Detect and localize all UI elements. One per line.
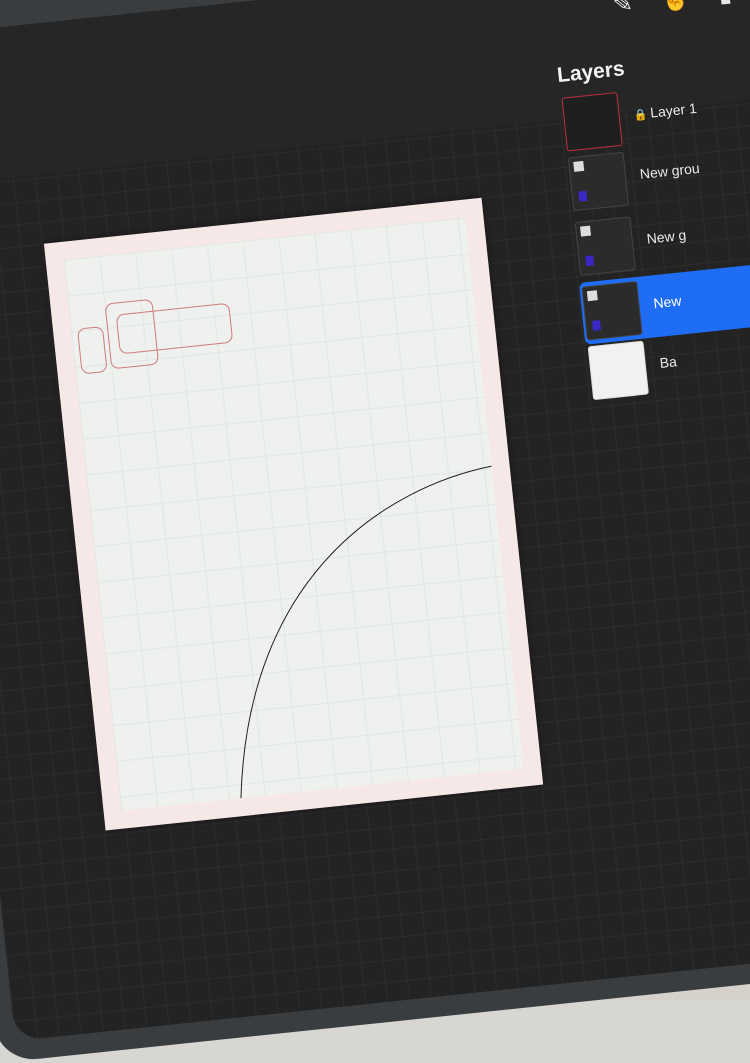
brush-icon[interactable]: ✎: [611, 0, 634, 20]
layer-label: New g: [645, 226, 687, 247]
canvas-drawing-area[interactable]: [63, 217, 524, 811]
procreate-screen: ✎ ☝ ▮ ↗ Layers 🔒Layer 1 New grou: [0, 0, 750, 1042]
layers-panel: Layers 🔒Layer 1 New grou New g New Ba: [556, 41, 750, 422]
layer-label: New: [652, 292, 683, 312]
layer-thumbnail: [581, 280, 643, 341]
drawing-canvas[interactable]: [43, 197, 544, 831]
layer-thumbnail: [574, 216, 636, 276]
layer-label: New grou: [639, 159, 701, 183]
layer-label: Ba: [658, 353, 678, 371]
arc-stroke: [240, 465, 492, 799]
eraser-icon[interactable]: ▮: [717, 0, 733, 9]
layer-label: Layer 1: [649, 99, 698, 121]
layer-thumbnail: [561, 92, 623, 152]
layer-thumbnail: [567, 151, 630, 212]
lock-icon: 🔒: [633, 108, 649, 123]
layer-thumbnail: [587, 340, 649, 401]
